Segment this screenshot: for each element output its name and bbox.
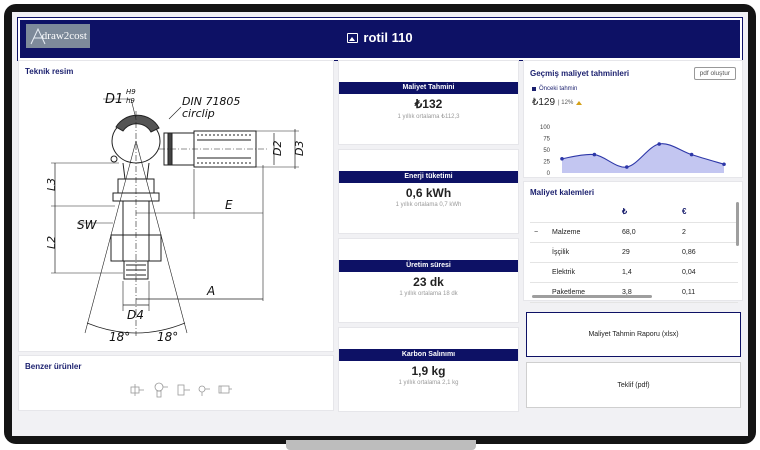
data-point [689,152,694,157]
dim-a-label: A [206,284,215,298]
cost-estimate-average: 1 yıllık ortalama ₺112,3 [397,114,460,120]
carbon-emission-title: Karbon Salınımı [339,349,518,361]
similar-product-thumbnail[interactable] [151,382,169,398]
table-row[interactable]: İşçilik 29 0,86 [530,242,738,263]
y-tick-label: 100 [540,125,551,131]
cost-items-table: ₺ € − Malzeme 68,0 2 İşçilik 29 0,86 Ele… [530,202,738,303]
cost-history-card: Geçmiş maliyet tahminleri pdf oluştur Ön… [523,60,743,178]
table-row[interactable]: Paketleme 3,8 0,11 [530,282,738,303]
collapse-toggle [530,282,548,303]
carbon-emission-average: 1 yıllık ortalama 2,1 kg [398,380,459,386]
cost-item-eur: 0,86 [678,242,738,263]
horizontal-scrollbar[interactable] [532,295,652,298]
data-point [592,152,597,157]
collapse-toggle[interactable]: − [530,222,548,243]
cost-history-chart: 0255075100Jan 22Feb 22Mar 22Apr 22May 22… [540,125,726,177]
dim-e-label: E [225,198,233,212]
table-header-row: ₺ € [530,202,738,223]
y-tick-label: 0 [547,171,551,177]
dim-l3-label: L3 [45,178,58,191]
collapse-toggle [530,242,548,263]
cost-item-eur: 0,11 [678,282,738,303]
energy-consumption-value: 0,6 kWh [405,186,452,200]
cost-item-try: 29 [618,242,678,263]
cost-item-name: Malzeme [548,222,618,243]
cost-estimate-title: Maliyet Tahmini [339,82,518,94]
similar-product-thumbnail[interactable] [197,383,211,397]
dim-d1-tol-upper: H9 [126,88,136,96]
vertical-scrollbar[interactable] [736,202,739,246]
similar-products-list [129,382,233,398]
cost-item-eur: 2 [678,222,738,243]
dim-d1-tol-lower: h9 [126,97,135,105]
page-title-text: rotil 110 [363,30,413,45]
dim-d2-label: D2 [271,141,284,156]
item-header [548,202,618,223]
energy-consumption-title: Enerji tüketimi [339,171,518,183]
standard-sublabel: circlip [182,107,215,120]
eur-header: € [678,202,738,223]
dim-d3-label: D3 [293,141,306,156]
cost-items-title: Maliyet kalemleri [530,188,595,197]
y-tick-label: 25 [543,160,550,166]
data-point [625,165,629,169]
cost-item-try: 1,4 [618,262,678,283]
data-point [657,142,661,146]
y-tick-label: 75 [543,137,550,143]
carbon-emission-card: Karbon Salınımı 1,9 kg 1 yıllık ortalama… [338,327,519,412]
dim-d4-label: D4 [127,308,144,322]
cost-estimate-value: ₺132 [414,97,443,111]
image-icon [347,32,359,43]
technical-drawing-card: Teknik resim D1 H9 h9 DIN 71805 circlip … [18,60,334,352]
page-title: rotil 110 [20,30,740,45]
toggle-header [530,202,548,223]
quote-pdf-button[interactable]: Teklif (pdf) [526,362,741,408]
cost-estimate-card: Maliyet Tahmini ₺132 1 yıllık ortalama ₺… [338,60,519,145]
similar-product-thumbnail[interactable] [129,383,145,397]
cost-item-name: İşçilik [548,242,618,263]
monitor-stand [286,440,476,450]
angle-right-label: 18° [157,330,178,344]
data-point [560,156,564,161]
cost-item-try: 3,8 [618,282,678,303]
data-point [722,162,726,167]
cost-item-eur: 0,04 [678,262,738,283]
dim-d1-label: D1 [105,92,123,107]
angle-left-label: 18° [109,330,130,344]
try-header: ₺ [618,202,678,223]
collapse-toggle [530,262,548,283]
y-tick-label: 50 [543,148,550,154]
dim-sw-label: SW [77,218,98,232]
cost-items-card: Maliyet kalemleri ₺ € − Malzeme 68,0 2 İ… [523,181,743,303]
similar-product-thumbnail[interactable] [175,383,191,397]
similar-product-thumbnail[interactable] [217,383,233,397]
carbon-emission-value: 1,9 kg [411,364,446,378]
similar-products-title: Benzer ürünler [25,362,82,371]
cost-item-name: Elektrik [548,262,618,283]
app-screen: draw2cost rotil 110 Teknik resim D1 H9 h… [12,12,748,436]
cost-item-try: 68,0 [618,222,678,243]
dim-l2-label: L2 [45,236,58,249]
app-header: draw2cost rotil 110 [17,17,743,61]
production-time-card: Üretim süresi 23 dk 1 yıllık ortalama 18… [338,238,519,323]
table-row[interactable]: Elektrik 1,4 0,04 [530,262,738,283]
production-time-average: 1 yıllık ortalama 18 dk [399,291,458,297]
technical-drawing: D1 H9 h9 DIN 71805 circlip D2 D3 L3 SW L… [45,88,306,344]
series-area [562,143,724,173]
production-time-value: 23 dk [413,275,444,289]
similar-products-card: Benzer ürünler [18,355,334,411]
cost-report-xlsx-button[interactable]: Maliyet Tahmin Raporu (xlsx) [526,312,741,357]
energy-consumption-card: Enerji tüketimi 0,6 kWh 1 yıllık ortalam… [338,149,519,234]
cost-item-name: Paketleme [548,282,618,303]
production-time-title: Üretim süresi [339,260,518,272]
energy-consumption-average: 1 yıllık ortalama 0,7 kWh [395,202,462,208]
table-row[interactable]: − Malzeme 68,0 2 [530,222,738,243]
